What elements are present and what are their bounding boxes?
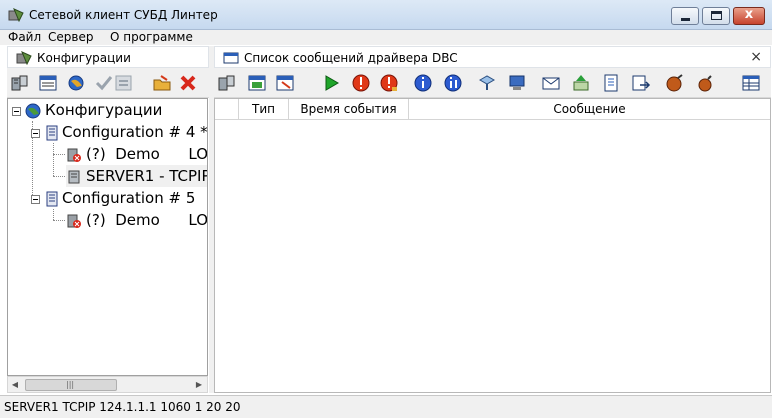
network-icon[interactable]: [476, 72, 498, 94]
tree-item-demo-local[interactable]: (?) Demo LOCAL: [66, 143, 208, 165]
messages-panel-title: Список сообщений драйвера DBC: [244, 51, 458, 65]
tree-item-label: (?) Demo LOCAL: [86, 145, 208, 163]
check-icon[interactable]: [93, 72, 115, 94]
monitor-icon[interactable]: [506, 72, 528, 94]
arrow-icon[interactable]: [274, 72, 296, 94]
status-bar: SERVER1 TCPIP 124.1.1.1 1060 1 20 20: [0, 395, 772, 418]
status-text: SERVER1 TCPIP 124.1.1.1 1060 1 20 20: [4, 400, 241, 414]
tree-root[interactable]: Конфигурации: [25, 99, 162, 121]
configurations-panel-title: Конфигурации: [37, 51, 131, 65]
list-icon[interactable]: [600, 72, 622, 94]
menu-bar: Файл Сервер О программе: [0, 30, 772, 45]
server-offline-icon: [67, 148, 81, 162]
window-icon[interactable]: [37, 72, 59, 94]
delete-icon[interactable]: [177, 72, 199, 94]
close-button[interactable]: x: [733, 7, 765, 25]
maximize-button[interactable]: [702, 7, 730, 25]
server-icon: [68, 170, 80, 183]
title-bar: Сетевой клиент СУБД Линтер x: [0, 0, 772, 30]
column-type[interactable]: Тип: [239, 99, 289, 120]
filter-icon[interactable]: [246, 72, 268, 94]
server-config-icon[interactable]: [9, 72, 31, 94]
tree-item-config-4[interactable]: Configuration # 4 *: [46, 121, 208, 143]
mail-icon[interactable]: [540, 72, 562, 94]
open-folder-icon[interactable]: [151, 72, 173, 94]
row-selector-header: [215, 99, 239, 120]
tree-item-label: Configuration # 5: [62, 189, 196, 207]
scrollbar-thumb[interactable]: |||: [25, 379, 117, 391]
tree-item-label: (?) Demo LOCAL: [86, 211, 208, 229]
up-icon[interactable]: [570, 72, 592, 94]
messages-panel: Список сообщений драйвера DBC × Тип Врем…: [214, 46, 771, 393]
tree-item-label: SERVER1 - TCPIP: [86, 167, 208, 185]
info-icon[interactable]: [412, 72, 434, 94]
alert-icon[interactable]: [378, 72, 400, 94]
menu-server[interactable]: Сервер: [48, 30, 93, 45]
server-offline-icon: [67, 214, 81, 228]
configurations-panel: Конфигурации Конфигурации Configuration …: [7, 46, 209, 393]
config-file-icon: [46, 125, 58, 140]
messages-grid: Тип Время события Сообщение: [214, 98, 771, 393]
configurations-icon: [16, 51, 32, 65]
tree-root-label: Конфигурации: [45, 101, 163, 119]
grip-icon: |||: [66, 380, 75, 389]
tree-connector: [53, 209, 54, 220]
tree-item-demo-local[interactable]: (?) Demo LOCAL: [66, 209, 208, 231]
tree-item-label: Configuration # 4 *: [62, 123, 208, 141]
configurations-tree: Конфигурации Configuration # 4 * (?) Dem…: [7, 98, 208, 376]
menu-file[interactable]: Файл: [8, 30, 41, 45]
scroll-left-icon[interactable]: ◀: [10, 380, 20, 390]
globe-icon: [25, 103, 41, 118]
menu-about[interactable]: О программе: [110, 30, 193, 45]
stop-icon[interactable]: [350, 72, 372, 94]
refresh-icon[interactable]: [113, 72, 135, 94]
messages-icon: [223, 52, 239, 64]
play-icon[interactable]: [320, 72, 342, 94]
grid-header: Тип Время события Сообщение: [215, 99, 770, 120]
configurations-panel-header: Конфигурации: [7, 46, 209, 68]
tree-expander-config-4[interactable]: [31, 129, 40, 138]
tree-connector: [53, 154, 65, 155]
tree-item-config-5[interactable]: Configuration # 5: [46, 187, 195, 209]
tree-item-server1-tcpip[interactable]: SERVER1 - TCPIP: [66, 165, 208, 187]
tree-connector: [53, 176, 65, 177]
app-icon: [8, 8, 24, 22]
close-icon: x: [744, 7, 754, 22]
tree-horizontal-scrollbar[interactable]: ◀ ||| ▶: [7, 376, 208, 393]
tree-connector: [53, 220, 65, 221]
server-config-icon[interactable]: [216, 72, 238, 94]
tree-connector: [53, 143, 54, 176]
minimize-button[interactable]: [671, 7, 699, 25]
maximize-icon: [711, 11, 722, 20]
minimize-icon: [681, 18, 690, 21]
window-title: Сетевой клиент СУБД Линтер: [29, 8, 218, 22]
column-message[interactable]: Сообщение: [409, 99, 770, 120]
table-icon[interactable]: [740, 72, 762, 94]
tree-expander-config-5[interactable]: [31, 195, 40, 204]
export-icon[interactable]: [630, 72, 652, 94]
globe-icon[interactable]: [65, 72, 87, 94]
bomb-small-icon[interactable]: [694, 72, 716, 94]
scroll-right-icon[interactable]: ▶: [194, 380, 204, 390]
messages-toolbar: [214, 68, 771, 98]
tree-expander-root[interactable]: [12, 107, 21, 116]
column-event-time[interactable]: Время события: [289, 99, 409, 120]
bomb-icon[interactable]: [664, 72, 686, 94]
messages-panel-header: Список сообщений драйвера DBC ×: [214, 46, 771, 68]
config-file-icon: [46, 191, 58, 206]
close-panel-icon[interactable]: ×: [750, 49, 762, 65]
configurations-toolbar: [7, 68, 209, 98]
info-one-icon[interactable]: [442, 72, 464, 94]
